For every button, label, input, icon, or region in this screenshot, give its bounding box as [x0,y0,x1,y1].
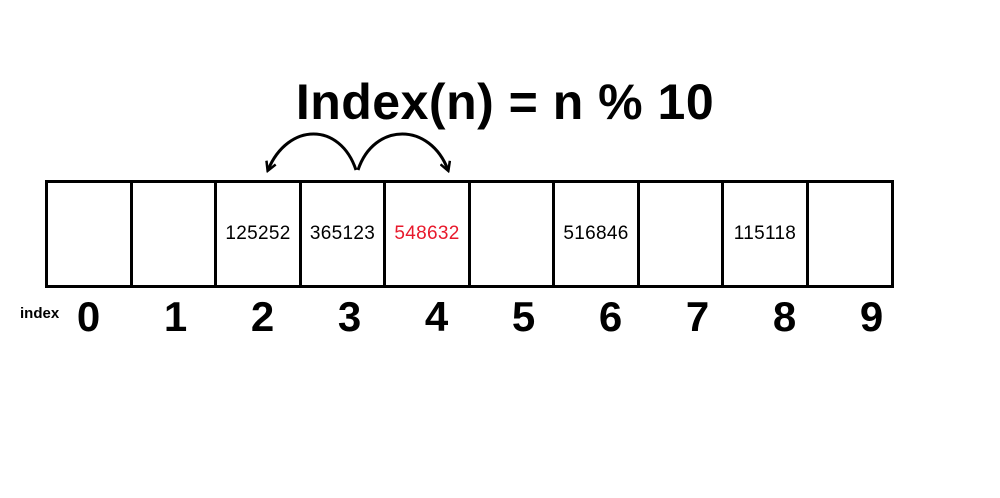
table-cell-6: 516846 [552,180,640,288]
cell-value: 516846 [563,223,629,244]
table-cell-2: 125252 [214,180,302,288]
diagram-title: Index(n) = n % 10 [295,74,715,130]
index-number-6: 6 [598,293,623,340]
table-cell-5 [467,180,556,288]
index-number-2: 2 [250,293,275,340]
arrow-3-to-2 [268,132,358,170]
index-number-9: 9 [859,293,884,340]
table-cell-0 [45,180,133,288]
arrow-3-to-4 [356,132,448,170]
cell-value: 115118 [733,223,797,244]
cell-value: 365123 [309,223,376,244]
hash-table: 125252 365123 548632 516846 115118 [45,180,925,288]
cell-value: 125252 [225,223,291,244]
index-number-8: 8 [772,293,797,340]
table-cell-4: 548632 [383,180,471,288]
index-number-3: 3 [337,293,362,340]
index-number-4: 4 [424,293,449,340]
table-cell-1 [129,180,218,288]
index-row: 0 1 2 3 4 5 6 7 8 9 [45,292,925,342]
table-cell-3: 365123 [298,180,387,288]
index-number-0: 0 [76,293,101,340]
index-number-1: 1 [163,293,188,340]
index-number-5: 5 [511,293,536,340]
index-number-7: 7 [685,293,710,340]
table-cell-7 [636,180,725,288]
table-cell-9 [805,180,894,288]
table-cell-8: 115118 [721,180,809,288]
cell-value: 548632 [394,223,460,244]
